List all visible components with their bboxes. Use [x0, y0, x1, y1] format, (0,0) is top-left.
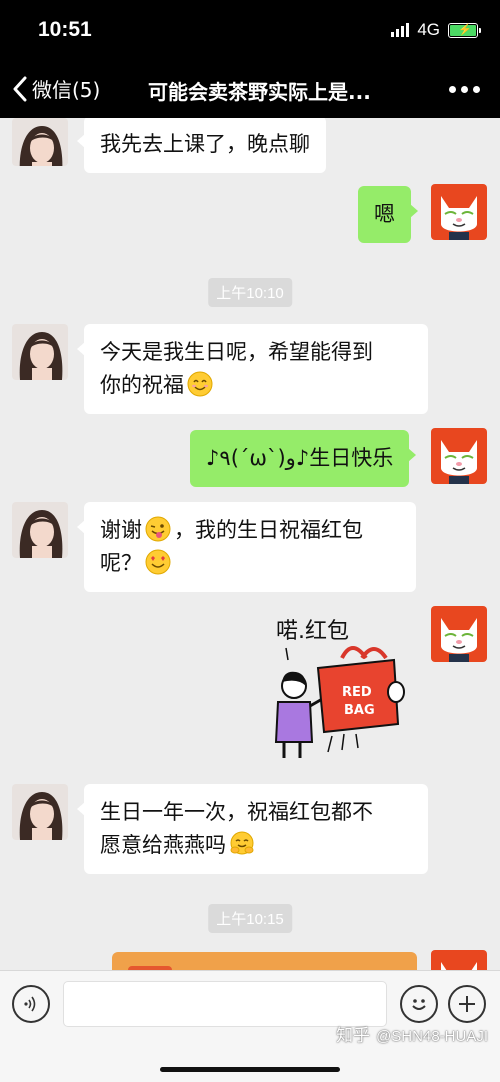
my-avatar[interactable]: [431, 606, 487, 662]
red-bag-sticker[interactable]: 喏.红包 RED BAG: [262, 602, 422, 762]
timestamp: 上午10:10: [208, 278, 292, 307]
signal-icon: [391, 23, 410, 37]
chat-title: 可能会卖茶野实际上是...: [148, 80, 371, 104]
bag-text: RED: [342, 685, 372, 700]
watermark: 知乎 @SHN48-HUAJI: [336, 1021, 488, 1046]
message-text: 我先去上课了，晚点聊: [100, 132, 310, 156]
message-bubble-sent[interactable]: 嗯: [358, 186, 418, 243]
message-text: 呢？: [100, 551, 142, 575]
message-text: ，我的生日祝福红包: [174, 518, 363, 542]
message-bubble-received[interactable]: 谢谢 ，我的生日祝福红包 呢？: [77, 502, 416, 592]
message-bubble-received[interactable]: 我先去上课了，晚点聊: [77, 118, 326, 173]
hug-emoji-icon: [230, 831, 254, 855]
message-text: 谢谢: [100, 518, 142, 542]
heart-eyes-emoji-icon: [145, 549, 171, 575]
emoji-icon: [412, 999, 426, 1010]
message-bubble-received[interactable]: 今天是我生日呢，希望能得到 你的祝福: [77, 324, 428, 414]
chat-header: 微信(5) 可能会卖茶野实际上是...: [0, 60, 500, 118]
voice-button[interactable]: [12, 985, 50, 1023]
message-text: 今天是我生日呢，希望能得到: [100, 340, 373, 364]
contact-avatar[interactable]: [12, 118, 68, 166]
message-text: 生日一年一次，祝福红包都不: [100, 800, 373, 824]
red-packet-message[interactable]: [112, 952, 417, 970]
network-label: 4G: [417, 20, 440, 39]
voice-icon: [24, 996, 36, 1012]
contact-avatar[interactable]: [12, 324, 68, 380]
battery-icon: ⚡: [448, 22, 481, 38]
emoji-button[interactable]: [400, 985, 438, 1023]
sticker-caption: 喏.红包: [276, 619, 349, 644]
message-text: ♪٩(´ω`)و♪生日快乐: [206, 446, 394, 470]
home-indicator[interactable]: [160, 1067, 340, 1072]
back-label: 微信(5): [32, 78, 101, 102]
back-button[interactable]: 微信(5): [12, 74, 100, 103]
contact-avatar[interactable]: [12, 784, 68, 840]
contact-avatar[interactable]: [12, 502, 68, 558]
my-avatar[interactable]: [431, 950, 487, 970]
plus-button[interactable]: [448, 985, 486, 1023]
message-bubble-received[interactable]: 生日一年一次，祝福红包都不 愿意给燕燕吗: [77, 784, 428, 874]
message-text: 愿意给燕燕吗: [100, 833, 226, 857]
bag-text: BAG: [344, 703, 375, 718]
input-bar: 知乎 @SHN48-HUAJI: [0, 970, 500, 1082]
timestamp: 上午10:15: [208, 904, 292, 933]
watermark-site: 知乎: [336, 1026, 371, 1045]
my-avatar[interactable]: [431, 428, 487, 484]
smile-emoji-icon: [187, 371, 213, 397]
plus-icon: [459, 996, 475, 1012]
more-dots-icon[interactable]: [449, 86, 480, 93]
status-bar: 10:51 4G ⚡: [0, 0, 500, 60]
my-avatar[interactable]: [431, 184, 487, 240]
message-list[interactable]: 我先去上课了，晚点聊 嗯 上午10:10 今天是我生日呢，希望能得到 你的祝福 …: [0, 118, 500, 970]
sticker-image: 喏.红包 RED BAG: [274, 619, 405, 758]
message-bubble-sent[interactable]: ♪٩(´ω`)و♪生日快乐: [190, 430, 417, 487]
message-text: 嗯: [374, 202, 395, 226]
wink-tongue-emoji-icon: [145, 516, 171, 542]
message-text: 你的祝福: [100, 373, 184, 397]
status-time: 10:51: [38, 18, 92, 41]
chevron-left-icon: [13, 76, 27, 101]
watermark-handle: @SHN48-HUAJI: [376, 1028, 488, 1045]
status-indicators: 4G ⚡: [391, 20, 481, 40]
